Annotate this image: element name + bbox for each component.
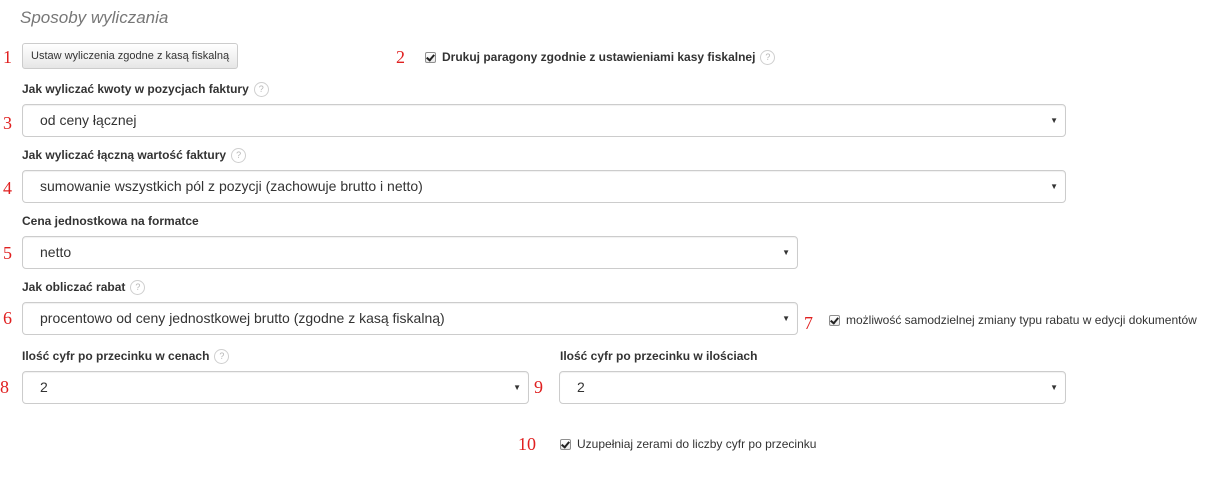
annotation-9: 9 <box>534 377 543 397</box>
help-icon[interactable]: ? <box>130 279 146 295</box>
chevron-down-icon: ▼ <box>1050 182 1058 191</box>
pad-zeros-label: Uzupełniaj zerami do liczby cyfr po prze… <box>577 437 817 451</box>
quantity-decimals-value: 2 <box>577 379 585 395</box>
annotation-3: 3 <box>3 113 12 133</box>
unit-price-select[interactable]: netto ▼ <box>22 236 798 269</box>
help-icon[interactable]: ? <box>760 49 776 65</box>
chevron-down-icon: ▼ <box>782 314 790 323</box>
print-receipts-checkbox[interactable] <box>425 51 436 63</box>
quantity-decimals-select[interactable]: 2 ▼ <box>559 371 1066 404</box>
annotation-4: 4 <box>3 178 12 198</box>
discount-label-row: Jak obliczać rabat ? <box>22 279 146 295</box>
item-amounts-label-row: Jak wyliczać kwoty w pozycjach faktury ? <box>22 81 269 97</box>
help-icon[interactable]: ? <box>231 147 247 163</box>
annotation-2: 2 <box>396 47 405 67</box>
price-decimals-label: Ilość cyfr po przecinku w cenach <box>22 349 210 363</box>
pad-zeros-checkbox[interactable] <box>560 438 571 450</box>
item-amounts-value: od ceny łącznej <box>40 112 137 128</box>
chevron-down-icon: ▼ <box>513 383 521 392</box>
help-icon[interactable]: ? <box>253 81 269 97</box>
discount-select[interactable]: procentowo od ceny jednostkowej brutto (… <box>22 302 798 335</box>
price-decimals-value: 2 <box>40 379 48 395</box>
item-amounts-select[interactable]: od ceny łącznej ▼ <box>22 104 1066 137</box>
invoice-total-value: sumowanie wszystkich pól z pozycji (zach… <box>40 178 423 194</box>
annotation-7: 7 <box>804 313 813 333</box>
annotation-1: 1 <box>3 47 12 67</box>
discount-type-change-label: możliwość samodzielnej zmiany typu rabat… <box>846 313 1197 327</box>
annotation-5: 5 <box>3 243 12 263</box>
set-fiscal-calculation-button[interactable]: Ustaw wyliczenia zgodne z kasą fiskalną <box>22 43 239 69</box>
print-receipts-label: Drukuj paragony zgodnie z ustawieniami k… <box>442 50 756 64</box>
annotation-10: 10 <box>518 434 536 454</box>
annotation-6: 6 <box>3 308 12 328</box>
unit-price-label-row: Cena jednostkowa na formatce <box>22 213 199 229</box>
invoice-total-label: Jak wyliczać łączną wartość faktury <box>22 148 227 162</box>
invoice-total-label-row: Jak wyliczać łączną wartość faktury ? <box>22 147 247 163</box>
invoice-total-select[interactable]: sumowanie wszystkich pól z pozycji (zach… <box>22 170 1066 203</box>
discount-value: procentowo od ceny jednostkowej brutto (… <box>40 310 445 326</box>
discount-label: Jak obliczać rabat <box>22 280 126 294</box>
price-decimals-select[interactable]: 2 ▼ <box>22 371 529 404</box>
quantity-decimals-label-row: Ilość cyfr po przecinku w ilościach <box>560 348 757 364</box>
price-decimals-label-row: Ilość cyfr po przecinku w cenach ? <box>22 348 230 364</box>
discount-type-change-checkbox-row[interactable]: możliwość samodzielnej zmiany typu rabat… <box>829 312 1197 328</box>
pad-zeros-checkbox-row[interactable]: Uzupełniaj zerami do liczby cyfr po prze… <box>560 436 816 452</box>
item-amounts-label: Jak wyliczać kwoty w pozycjach faktury <box>22 82 249 96</box>
chevron-down-icon: ▼ <box>1050 116 1058 125</box>
print-receipts-checkbox-row[interactable]: Drukuj paragony zgodnie z ustawieniami k… <box>425 49 776 65</box>
chevron-down-icon: ▼ <box>782 248 790 257</box>
quantity-decimals-label: Ilość cyfr po przecinku w ilościach <box>560 349 758 363</box>
chevron-down-icon: ▼ <box>1050 383 1058 392</box>
help-icon[interactable]: ? <box>214 348 230 364</box>
unit-price-value: netto <box>40 244 72 260</box>
section-title: Sposoby wyliczania <box>20 8 169 27</box>
unit-price-label: Cena jednostkowa na formatce <box>22 214 199 228</box>
annotation-8: 8 <box>0 377 9 397</box>
discount-type-change-checkbox[interactable] <box>829 314 840 326</box>
